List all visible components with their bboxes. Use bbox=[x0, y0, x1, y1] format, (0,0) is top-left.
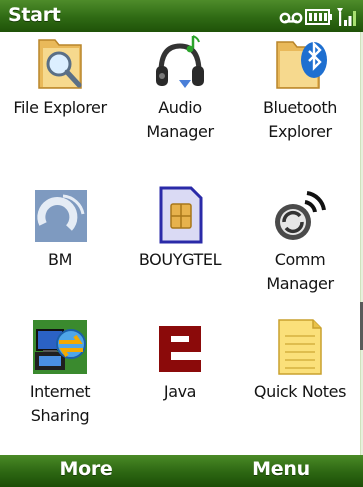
app-label: BOUYGTEL bbox=[138, 250, 222, 269]
start-menu-grid: File Explorer Audio Manager Bluetooth Ex… bbox=[0, 32, 363, 455]
app-label: BM bbox=[48, 250, 72, 269]
softkey-bar: More Menu bbox=[0, 455, 363, 487]
app-audio-manager[interactable]: Audio Manager bbox=[120, 32, 240, 170]
bm-icon bbox=[29, 184, 91, 246]
app-label: Quick Notes bbox=[253, 382, 347, 401]
folder-magnifier-icon bbox=[29, 32, 91, 94]
app-label: Internet Sharing bbox=[29, 382, 91, 425]
notepad-icon bbox=[269, 316, 331, 378]
app-label: File Explorer bbox=[13, 98, 107, 117]
voicemail-icon bbox=[279, 12, 303, 24]
headphones-note-icon bbox=[149, 32, 211, 94]
title-start[interactable]: Start bbox=[8, 4, 61, 26]
status-area[interactable] bbox=[279, 3, 359, 29]
app-comm-manager[interactable]: Comm Manager bbox=[240, 184, 360, 322]
app-label: Bluetooth Explorer bbox=[262, 98, 338, 141]
app-bluetooth-explorer[interactable]: Bluetooth Explorer bbox=[240, 32, 360, 170]
bluetooth-folder-icon bbox=[269, 32, 331, 94]
more-softkey[interactable]: More bbox=[11, 458, 161, 480]
sim-card-icon bbox=[149, 184, 211, 246]
battery-icon bbox=[305, 9, 332, 25]
title-bar: Start bbox=[0, 0, 363, 32]
app-internet-sharing[interactable]: Internet Sharing bbox=[0, 316, 120, 454]
app-bm[interactable]: BM bbox=[0, 184, 120, 322]
app-label: Audio Manager bbox=[146, 98, 214, 141]
app-grid: File Explorer Audio Manager Bluetooth Ex… bbox=[0, 32, 360, 455]
app-java[interactable]: Java bbox=[120, 316, 240, 454]
app-quick-notes[interactable]: Quick Notes bbox=[240, 316, 360, 454]
app-label: Comm Manager bbox=[266, 250, 334, 293]
internet-sharing-icon bbox=[29, 316, 91, 378]
app-label: Java bbox=[163, 382, 197, 401]
app-bouygtel[interactable]: BOUYGTEL bbox=[120, 184, 240, 322]
signal-icon bbox=[337, 8, 356, 26]
menu-softkey[interactable]: Menu bbox=[206, 458, 356, 480]
app-file-explorer[interactable]: File Explorer bbox=[0, 32, 120, 170]
comm-manager-icon bbox=[269, 184, 331, 246]
java-icon bbox=[149, 316, 211, 378]
